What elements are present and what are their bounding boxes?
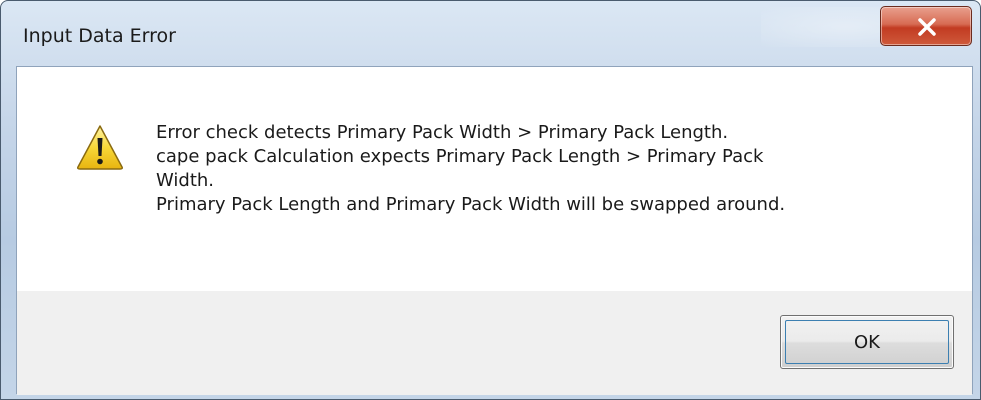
title-bar[interactable]: Input Data Error bbox=[1, 1, 980, 65]
close-button[interactable] bbox=[880, 6, 972, 46]
message-line: cape pack Calculation expects Primary Pa… bbox=[156, 146, 764, 167]
error-message: Error check detects Primary Pack Width >… bbox=[156, 121, 946, 217]
dialog-client-area: Error check detects Primary Pack Width >… bbox=[16, 66, 973, 395]
ok-button-label: OK bbox=[854, 331, 880, 353]
button-bar: OK bbox=[17, 291, 972, 395]
window-title: Input Data Error bbox=[23, 25, 176, 47]
message-line: Error check detects Primary Pack Width >… bbox=[156, 122, 729, 143]
ok-button[interactable]: OK bbox=[780, 315, 954, 369]
warning-icon bbox=[77, 125, 123, 170]
message-area: Error check detects Primary Pack Width >… bbox=[17, 67, 972, 291]
message-line: Width. bbox=[156, 170, 215, 191]
message-line: Primary Pack Length and Primary Pack Wid… bbox=[156, 194, 786, 215]
dialog-window: Input Data Error Error check detects Pri… bbox=[0, 0, 981, 400]
close-icon bbox=[918, 18, 936, 36]
